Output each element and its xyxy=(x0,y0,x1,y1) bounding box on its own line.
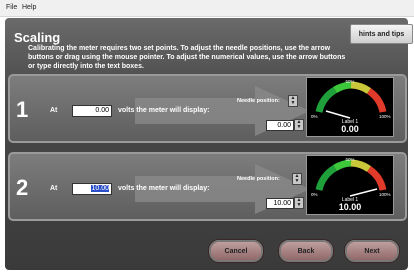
mark-100: 100% xyxy=(379,192,391,197)
meter-value: 0.00 xyxy=(341,124,359,134)
hints-button[interactable]: hints and tips xyxy=(350,24,413,44)
mark-0: 0% xyxy=(311,114,318,119)
meter-scale xyxy=(315,81,387,113)
mark-50: 50% xyxy=(345,157,354,162)
volts-label: volts the meter will display: xyxy=(118,107,210,114)
arrow-down-icon[interactable]: ▼ xyxy=(295,203,303,208)
volts-input-value: 10.00 xyxy=(91,185,109,192)
page-title: Scaling xyxy=(14,30,61,45)
arrow-down-icon[interactable]: ▼ xyxy=(289,101,297,106)
meter-display: 50% 0% 100% Label 1 10.00 xyxy=(306,155,394,215)
meter-needle[interactable] xyxy=(349,188,378,197)
back-button[interactable]: Back xyxy=(278,239,334,263)
needle-position-label: Needle position: xyxy=(237,176,280,182)
position-input[interactable]: 0.00 xyxy=(266,120,294,131)
menu-file[interactable]: File xyxy=(6,4,17,11)
meter-scale xyxy=(315,159,387,191)
needle-stepper[interactable]: ▲ ▼ xyxy=(288,95,298,107)
mark-50: 50% xyxy=(345,79,354,84)
meter-display: 50% 0% 100% Label 1 0.00 xyxy=(306,77,394,137)
set-point-row-1: 1 At 0.00 volts the meter will display: … xyxy=(8,74,407,143)
menu-bar: File Help xyxy=(0,0,414,17)
meter-value: 10.00 xyxy=(339,202,362,212)
volts-input[interactable]: 0.00 xyxy=(72,105,112,117)
meter-needle[interactable] xyxy=(325,110,351,119)
meter-dial: 50% 0% 100% Label 1 10.00 xyxy=(311,157,391,212)
position-stepper[interactable]: ▲ ▼ xyxy=(294,119,304,131)
menu-help[interactable]: Help xyxy=(22,4,36,11)
volts-label: volts the meter will display: xyxy=(118,185,210,192)
position-input[interactable]: 10.00 xyxy=(266,198,294,209)
row-number: 1 xyxy=(16,97,29,122)
arrow-down-icon[interactable]: ▼ xyxy=(293,179,301,184)
position-stepper[interactable]: ▲ ▼ xyxy=(294,197,304,209)
next-button[interactable]: Next xyxy=(344,239,400,263)
needle-stepper[interactable]: ▲ ▼ xyxy=(292,173,302,185)
mark-100: 100% xyxy=(379,114,391,119)
volts-input[interactable]: 10.00 xyxy=(72,183,112,195)
at-label: At xyxy=(50,107,58,114)
arrow-down-icon[interactable]: ▼ xyxy=(295,125,303,130)
needle-position-label: Needle position: xyxy=(237,98,280,104)
instructions-text: Calibrating the meter requires two set p… xyxy=(28,45,346,70)
at-label: At xyxy=(50,185,58,192)
set-point-row-2: 2 At 10.00 volts the meter will display:… xyxy=(8,152,407,221)
row-number: 2 xyxy=(16,175,29,200)
cancel-button[interactable]: Cancel xyxy=(208,239,264,263)
mark-0: 0% xyxy=(311,192,318,197)
meter-dial: 50% 0% 100% Label 1 0.00 xyxy=(311,79,391,134)
